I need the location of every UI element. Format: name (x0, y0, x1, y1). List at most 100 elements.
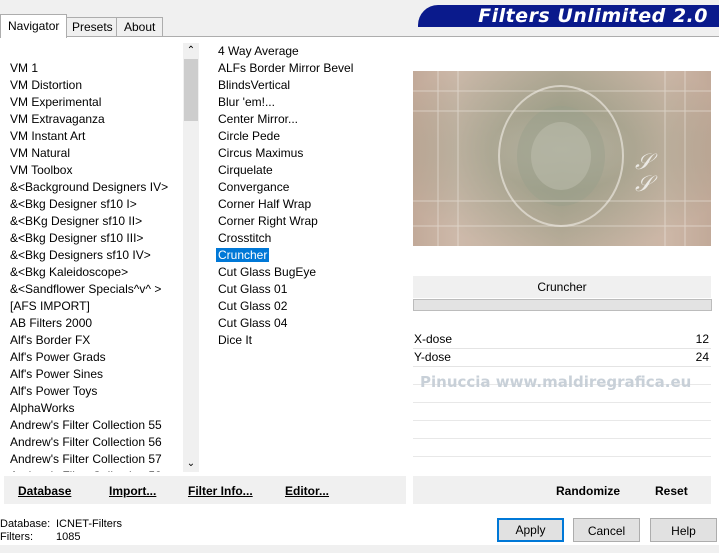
param-row-empty (413, 420, 711, 421)
category-item[interactable]: Alf's Power Grads (8, 349, 183, 366)
category-item-label: &<BKg Designer sf10 II> (10, 214, 143, 228)
filters-count-label: Filters: (0, 531, 33, 543)
category-item[interactable]: Andrew's Filter Collection 55 (8, 417, 183, 434)
import-button[interactable]: Import... (109, 483, 156, 499)
scroll-thumb[interactable] (184, 59, 198, 121)
filter-item[interactable]: Center Mirror... (216, 111, 404, 128)
filter-item[interactable]: 4 Way Average (216, 43, 404, 60)
cancel-button[interactable]: Cancel (573, 518, 640, 542)
filter-item-label: Center Mirror... (218, 112, 299, 126)
editor-button[interactable]: Editor... (285, 483, 329, 499)
filter-name-label: Cruncher (413, 276, 711, 298)
category-item[interactable]: &<Sandflower Specials^v^ > (8, 281, 183, 298)
category-item-label: VM 1 (10, 61, 39, 75)
category-item[interactable]: VM Extravaganza (8, 111, 183, 128)
category-item-label: &<Bkg Kaleidoscope> (10, 265, 129, 279)
database-button[interactable]: Database (18, 483, 71, 499)
category-item[interactable]: VM Distortion (8, 77, 183, 94)
filter-item[interactable]: Convergance (216, 179, 404, 196)
filter-item[interactable]: Cut Glass 04 (216, 315, 404, 332)
filter-item[interactable]: Cut Glass 02 (216, 298, 404, 315)
filter-item[interactable]: ALFs Border Mirror Bevel (216, 60, 404, 77)
filter-item-label: Circle Pede (218, 129, 281, 143)
category-item[interactable]: VM Toolbox (8, 162, 183, 179)
filter-item[interactable]: Cut Glass BugEye (216, 264, 404, 281)
tab-presets[interactable]: Presets (64, 17, 121, 37)
param-row-empty (413, 456, 711, 457)
category-item[interactable]: Andrew's Filter Collection 57 (8, 451, 183, 468)
category-item-label: &<Background Designers IV> (10, 180, 169, 194)
category-item[interactable]: AB Filters 2000 (8, 315, 183, 332)
category-item[interactable]: VM Experimental (8, 94, 183, 111)
category-item[interactable]: &<Bkg Designer sf10 I> (8, 196, 183, 213)
editor-button-label: Editor... (285, 484, 330, 498)
category-item[interactable]: &<Bkg Kaleidoscope> (8, 264, 183, 281)
param-value[interactable]: 12 (696, 331, 709, 348)
database-label: Database: (0, 518, 51, 530)
category-item[interactable]: AlphaWorks (8, 400, 183, 417)
help-button[interactable]: Help (650, 518, 717, 542)
reset-button[interactable]: Reset (655, 483, 688, 499)
apply-button[interactable]: Apply (497, 518, 564, 542)
category-item[interactable]: [AFS IMPORT] (8, 298, 183, 315)
filter-item[interactable]: Circle Pede (216, 128, 404, 145)
category-item[interactable]: &<Bkg Designers sf10 IV> (8, 247, 183, 264)
app-banner: Filters Unlimited 2.0 (418, 5, 719, 27)
category-item[interactable]: VM Instant Art (8, 128, 183, 145)
category-item[interactable]: VM Natural (8, 145, 183, 162)
filter-item-label: Cirquelate (218, 163, 273, 177)
filter-info-button[interactable]: Filter Info... (188, 483, 253, 499)
category-item-label: VM Instant Art (10, 129, 86, 143)
filter-item-label: 4 Way Average (218, 44, 299, 58)
category-item[interactable]: Alf's Power Sines (8, 366, 183, 383)
param-row-y-dose[interactable]: Y-dose 24 (413, 349, 711, 367)
category-scrollbar[interactable]: ⌃ ⌄ (183, 43, 199, 472)
randomize-button[interactable]: Randomize (556, 483, 620, 499)
category-list[interactable]: VM 1 VM Distortion VM Experimental VM Extra… (8, 43, 183, 472)
preview-svg: 𝒮 𝒮 (413, 71, 711, 246)
tab-navigator[interactable]: Navigator (0, 14, 68, 38)
filter-item[interactable]: Cruncher (216, 247, 404, 264)
category-item[interactable]: Andrew's Filter Collection 58 (8, 468, 183, 472)
filter-item[interactable]: Crosstitch (216, 230, 404, 247)
watermark-text: Pinuccia www.maldiregrafica.eu (420, 373, 692, 391)
filter-item-label: Blur 'em!... (218, 95, 275, 109)
filter-item[interactable]: Circus Maximus (216, 145, 404, 162)
category-item[interactable]: &<BKg Designer sf10 II> (8, 213, 183, 230)
category-item[interactable]: Alf's Power Toys (8, 383, 183, 400)
scroll-up-arrow-icon[interactable]: ⌃ (183, 43, 199, 59)
param-name: Y-dose (414, 350, 451, 364)
scroll-down-arrow-icon[interactable]: ⌄ (183, 456, 199, 472)
category-item-label: &<Sandflower Specials^v^ > (10, 282, 162, 296)
category-item-label: VM Extravaganza (10, 112, 105, 126)
filter-item[interactable]: Dice It (216, 332, 404, 349)
filter-item[interactable]: Corner Right Wrap (216, 213, 404, 230)
category-item[interactable]: Alf's Border FX (8, 332, 183, 349)
category-item-label: AB Filters 2000 (10, 316, 93, 330)
category-item[interactable]: VM 1 (8, 60, 183, 77)
filter-item[interactable]: Cirquelate (216, 162, 404, 179)
filter-item[interactable]: Blur 'em!... (216, 94, 404, 111)
filter-info-button-label: Filter Info... (188, 484, 253, 498)
filter-item-label: Circus Maximus (218, 146, 304, 160)
category-item[interactable]: Andrew's Filter Collection 56 (8, 434, 183, 451)
filter-item[interactable]: Corner Half Wrap (216, 196, 404, 213)
category-item-label: Alf's Border FX (10, 333, 91, 347)
filter-item-label: Corner Right Wrap (218, 214, 318, 228)
tab-about[interactable]: About (116, 17, 164, 37)
category-item[interactable]: &<Background Designers IV> (8, 179, 183, 196)
category-item[interactable]: &<Bkg Designer sf10 III> (8, 230, 183, 247)
param-value[interactable]: 24 (696, 349, 709, 366)
category-item-label: VM Natural (10, 146, 71, 160)
filter-item[interactable]: BlindsVertical (216, 77, 404, 94)
filter-progress-bar (413, 299, 712, 311)
filter-item-label: ALFs Border Mirror Bevel (218, 61, 354, 75)
filter-list[interactable]: 4 Way Average ALFs Border Mirror Bevel Bli… (216, 43, 404, 472)
filter-item[interactable]: Cut Glass 01 (216, 281, 404, 298)
param-row-x-dose[interactable]: X-dose 12 (413, 331, 711, 349)
category-item-label: AlphaWorks (10, 401, 75, 415)
category-item-label: &<Bkg Designer sf10 III> (10, 231, 144, 245)
filter-item-label: Corner Half Wrap (218, 197, 312, 211)
category-item-label: Andrew's Filter Collection 56 (10, 435, 162, 449)
filter-item-label: Cruncher (216, 248, 270, 262)
